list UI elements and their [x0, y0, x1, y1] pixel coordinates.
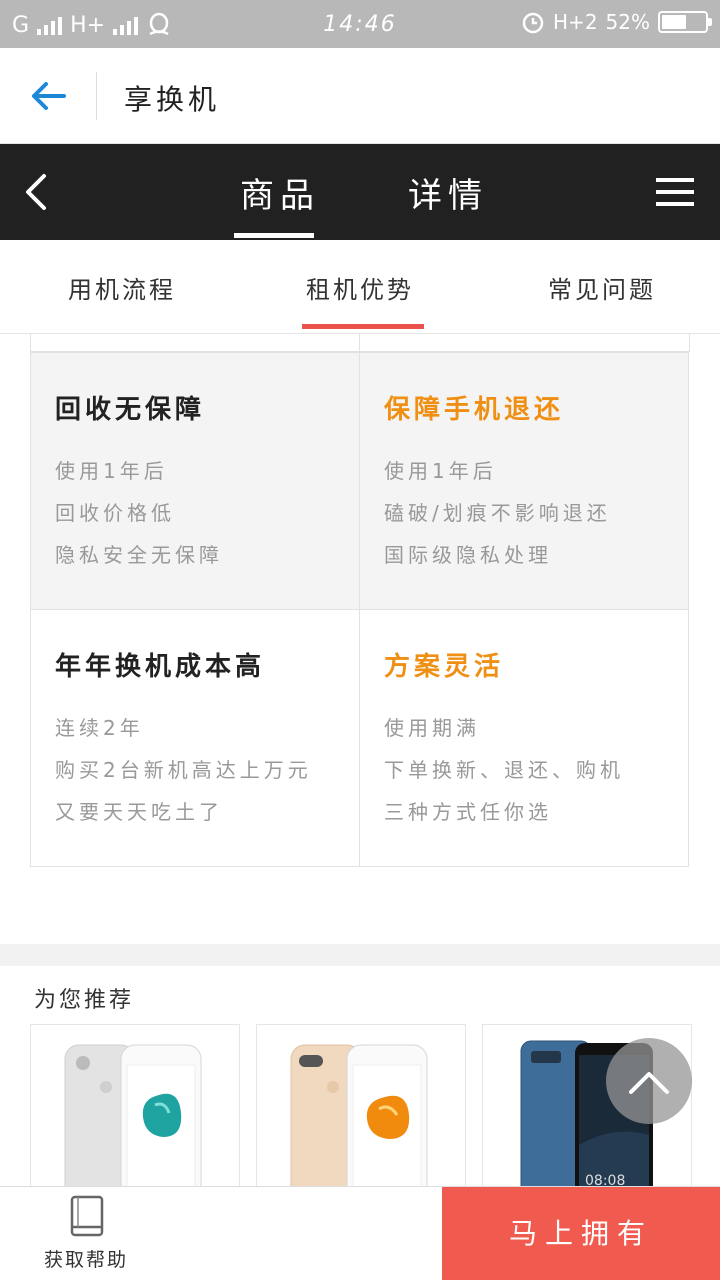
page-title: 享换机: [124, 83, 221, 116]
help-label: 获取帮助: [43, 1249, 128, 1271]
cell-line: 使用期满: [384, 716, 480, 740]
bottom-bar: 获取帮助 马上拥有: [0, 1186, 720, 1280]
cell-title: 年年换机成本高: [55, 652, 266, 682]
status-right: H+2 52%: [521, 10, 712, 34]
grid-top-remnant: [30, 334, 690, 352]
battery-icon: [658, 11, 712, 33]
comparison-grid: 回收无保障 使用1年后 回收价格低 隐私安全无保障 保障手机退还 使用1年后 磕…: [0, 334, 720, 944]
sub-tabs: 用机流程 租机优势 常见问题: [0, 240, 720, 334]
cell-line: 使用1年后: [55, 459, 168, 483]
help-button[interactable]: 获取帮助: [0, 1187, 180, 1280]
tab-details[interactable]: 详情: [408, 168, 488, 217]
cell-high-cost: 年年换机成本高 连续2年 购买2台新机高达上万元 又要天天吃土了: [30, 609, 360, 867]
status-bar: G H+ 14:46 H+2 52%: [0, 0, 720, 48]
tab-active-indicator: [234, 233, 314, 238]
cell-return-guarantee: 保障手机退还 使用1年后 磕破/划痕不影响退还 国际级隐私处理: [359, 352, 689, 610]
cell-title: 方案灵活: [384, 652, 505, 682]
cell-flexible-plan: 方案灵活 使用期满 下单换新、退还、购机 三种方式任你选: [359, 609, 689, 867]
cell-line: 国际级隐私处理: [384, 543, 552, 567]
alarm-icon: [522, 12, 544, 34]
product-card[interactable]: [30, 1024, 240, 1194]
buy-now-button[interactable]: 马上拥有: [442, 1187, 720, 1280]
cell-line: 三种方式任你选: [384, 800, 552, 824]
cell-line: 又要天天吃土了: [55, 800, 223, 824]
tab-goods[interactable]: 商品: [240, 168, 320, 217]
cell-title: 保障手机退还: [384, 395, 565, 425]
cell-recycle: 回收无保障 使用1年后 回收价格低 隐私安全无保障: [30, 352, 360, 610]
phone-gold-image: [290, 1044, 428, 1193]
cell-line: 使用1年后: [384, 459, 497, 483]
cell-line: 连续2年: [55, 716, 144, 740]
section-separator: [0, 944, 720, 966]
back-arrow-icon[interactable]: [28, 76, 68, 116]
phone-silver-image: [64, 1044, 202, 1193]
cell-line: 隐私安全无保障: [55, 543, 223, 567]
cell-line: 购买2台新机高达上万元: [55, 758, 312, 782]
menu-icon[interactable]: [656, 178, 694, 208]
page: G H+ 14:46 H+2 52% 享换机 商品 详情 用机流程 租机优势 常…: [0, 0, 720, 1280]
cell-line: 磕破/划痕不影响退还: [384, 501, 611, 525]
chevron-up-icon: [629, 1072, 669, 1094]
header-divider: [96, 72, 97, 120]
main-nav: 商品 详情: [0, 144, 720, 240]
chevron-left-icon[interactable]: [20, 172, 52, 212]
cell-line: 下单换新、退还、购机: [384, 758, 624, 782]
product-card[interactable]: [256, 1024, 466, 1194]
recommend-title: 为您推荐: [34, 988, 135, 1013]
subtab-advantages[interactable]: 租机优势: [306, 270, 414, 305]
book-icon: [70, 1195, 104, 1237]
scroll-to-top-button[interactable]: [606, 1038, 692, 1124]
subtab-active-indicator: [302, 324, 424, 329]
subtab-process[interactable]: 用机流程: [68, 270, 176, 305]
cell-line: 回收价格低: [55, 501, 175, 525]
cell-title: 回收无保障: [55, 395, 206, 425]
subtab-faq[interactable]: 常见问题: [548, 270, 656, 305]
network-type: H+2: [553, 10, 598, 34]
battery-text: 52%: [605, 10, 650, 34]
app-header: 享换机: [0, 48, 720, 144]
